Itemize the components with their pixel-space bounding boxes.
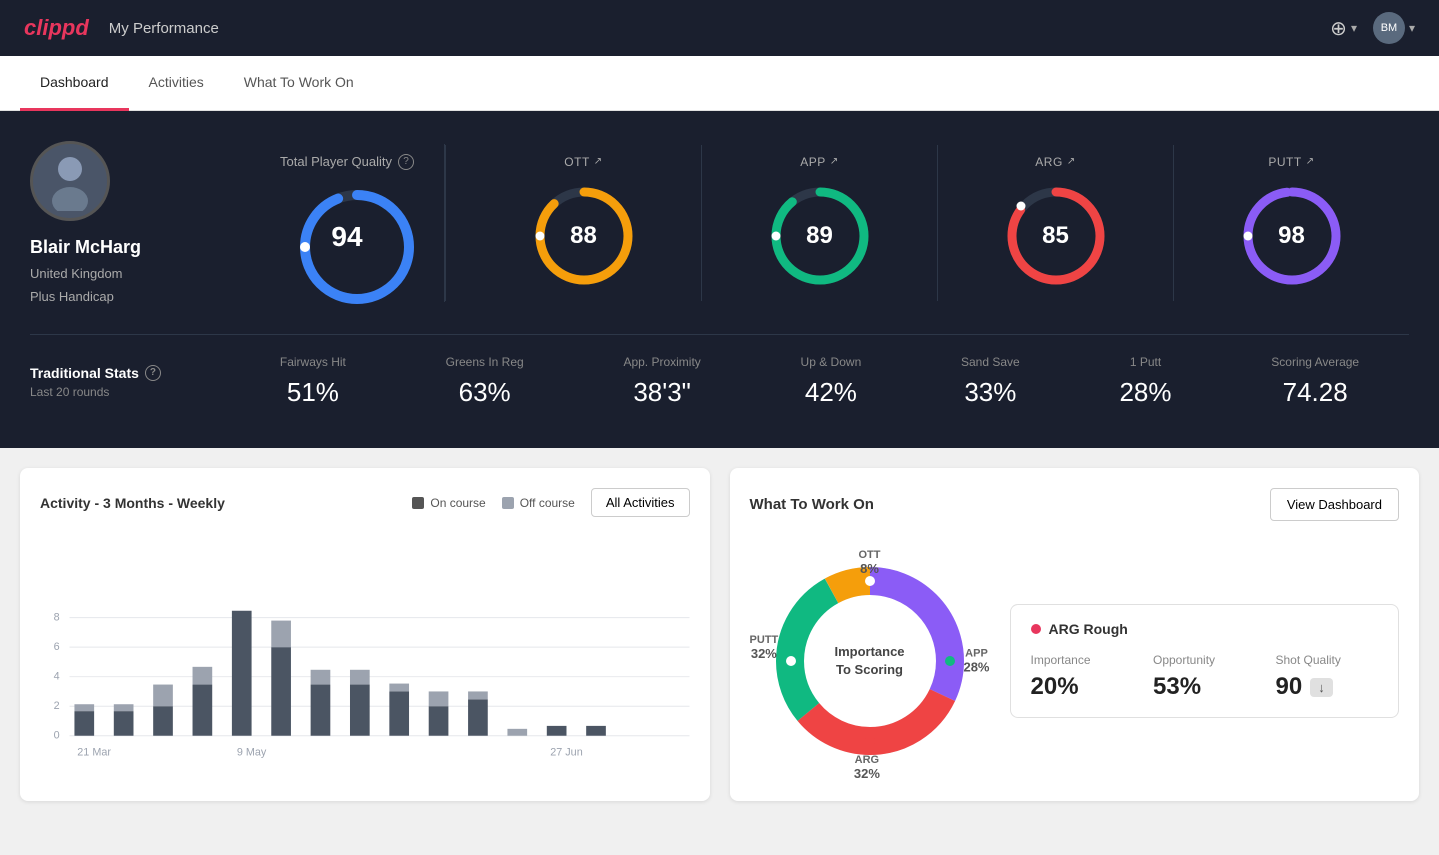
app-label: APP 28% [963, 648, 989, 675]
chart-legend: On course Off course [412, 496, 575, 510]
info-metric-shot-quality: Shot Quality 90 ↓ [1276, 653, 1379, 701]
hero-section: Blair McHarg United Kingdom Plus Handica… [0, 111, 1439, 448]
logo: clippd [24, 15, 89, 41]
svg-text:0: 0 [54, 730, 60, 742]
shot-quality-badge: ↓ [1310, 678, 1333, 697]
svg-text:9 May: 9 May [237, 746, 267, 758]
svg-text:21 Mar: 21 Mar [77, 746, 111, 758]
tab-dashboard[interactable]: Dashboard [20, 56, 129, 111]
metric-app: APP ↗ 89 [702, 145, 938, 301]
metrics-row: OTT ↗ 88 APP ↗ [445, 145, 1409, 301]
app-value: 89 [806, 222, 833, 250]
info-metrics: Importance 20% Opportunity 53% Shot Qual… [1031, 653, 1379, 701]
stat-greens: Greens In Reg 63% [446, 355, 524, 408]
putt-label: PUTT 32% [750, 634, 779, 661]
chart-header: Activity - 3 Months - Weekly On course O… [40, 488, 690, 517]
total-quality-value: 94 [331, 221, 362, 253]
header-left: clippd My Performance [24, 15, 219, 41]
player-info: Blair McHarg United Kingdom Plus Handica… [30, 141, 250, 304]
user-avatar-button[interactable]: BM ▾ [1373, 12, 1415, 44]
legend-on-course: On course [412, 496, 485, 510]
nav-tabs: Dashboard Activities What To Work On [0, 56, 1439, 111]
player-name: Blair McHarg [30, 237, 141, 258]
svg-text:6: 6 [54, 641, 60, 653]
stat-sandsave: Sand Save 33% [961, 355, 1020, 408]
svg-text:8: 8 [54, 612, 60, 624]
metric-putt: PUTT ↗ 98 [1174, 145, 1409, 301]
info-dot [1031, 624, 1041, 634]
legend-off-course: Off course [502, 496, 575, 510]
info-card-title: ARG Rough [1049, 621, 1128, 637]
bottom-section: Activity - 3 Months - Weekly On course O… [0, 448, 1439, 821]
bar-chart-svg: 0 2 4 6 8 [40, 537, 690, 777]
tab-what-to-work-on[interactable]: What To Work On [224, 56, 374, 111]
header-title: My Performance [109, 20, 219, 37]
total-quality-label: Total Player Quality ? [280, 154, 414, 170]
metric-arg: ARG ↗ 85 [938, 145, 1174, 301]
arg-gauge: 85 [1001, 181, 1111, 291]
putt-gauge: 98 [1237, 181, 1347, 291]
player-metrics-row: Blair McHarg United Kingdom Plus Handica… [30, 141, 1409, 304]
player-handicap: Plus Handicap [30, 289, 114, 304]
avatar: BM [1373, 12, 1405, 44]
total-quality-gauge: 94 [292, 182, 402, 292]
all-activities-button[interactable]: All Activities [591, 488, 690, 517]
header: clippd My Performance ⊕ ▾ BM ▾ [0, 0, 1439, 56]
ott-value: 88 [570, 222, 597, 250]
stats-help-icon[interactable]: ? [145, 365, 161, 381]
what-to-work-on-card: What To Work On View Dashboard [730, 468, 1420, 801]
add-icon[interactable]: ⊕ ▾ [1330, 16, 1357, 41]
ott-gauge: 88 [529, 181, 639, 291]
ott-label: OTT 8% [859, 549, 881, 576]
donut-center-text: ImportanceTo Scoring [834, 643, 904, 679]
bar-chart-area: 0 2 4 6 8 [40, 537, 690, 757]
chart-title: Activity - 3 Months - Weekly [40, 495, 225, 511]
svg-text:4: 4 [54, 671, 60, 683]
stat-oneputt: 1 Putt 28% [1119, 355, 1171, 408]
stat-proximity: App. Proximity 38'3" [623, 355, 700, 408]
info-metric-importance: Importance 20% [1031, 653, 1134, 701]
putt-value: 98 [1278, 222, 1305, 250]
header-right: ⊕ ▾ BM ▾ [1330, 12, 1415, 44]
activity-chart-card: Activity - 3 Months - Weekly On course O… [20, 468, 710, 801]
player-country: United Kingdom [30, 266, 123, 281]
stat-fairways: Fairways Hit 51% [280, 355, 346, 408]
svg-text:27 Jun: 27 Jun [550, 746, 582, 758]
work-on-title: What To Work On [750, 496, 874, 513]
work-on-content: ImportanceTo Scoring OTT 8% APP 28% ARG … [750, 541, 1400, 781]
stats-title: Traditional Stats ? [30, 365, 230, 381]
svg-text:2: 2 [54, 700, 60, 712]
total-quality-help-icon[interactable]: ? [398, 154, 414, 170]
stat-updown: Up & Down 42% [801, 355, 862, 408]
player-avatar [30, 141, 110, 221]
app-gauge: 89 [765, 181, 875, 291]
tab-activities[interactable]: Activities [129, 56, 224, 111]
total-quality-section: Total Player Quality ? 94 [250, 144, 445, 302]
stats-row: Traditional Stats ? Last 20 rounds Fairw… [30, 334, 1409, 408]
info-metric-opportunity: Opportunity 53% [1153, 653, 1256, 701]
donut-chart: ImportanceTo Scoring OTT 8% APP 28% ARG … [750, 541, 990, 781]
arg-value: 85 [1042, 222, 1069, 250]
view-dashboard-button[interactable]: View Dashboard [1270, 488, 1399, 521]
stat-scoring: Scoring Average 74.28 [1271, 355, 1359, 408]
metric-ott: OTT ↗ 88 [466, 145, 702, 301]
work-on-header: What To Work On View Dashboard [750, 488, 1400, 521]
stats-label-group: Traditional Stats ? Last 20 rounds [30, 365, 230, 399]
stats-items: Fairways Hit 51% Greens In Reg 63% App. … [230, 355, 1409, 408]
arg-label: ARG 32% [854, 754, 880, 781]
info-card-header: ARG Rough [1031, 621, 1379, 637]
info-card: ARG Rough Importance 20% Opportunity 53%… [1010, 604, 1400, 718]
stats-subtitle: Last 20 rounds [30, 385, 230, 399]
